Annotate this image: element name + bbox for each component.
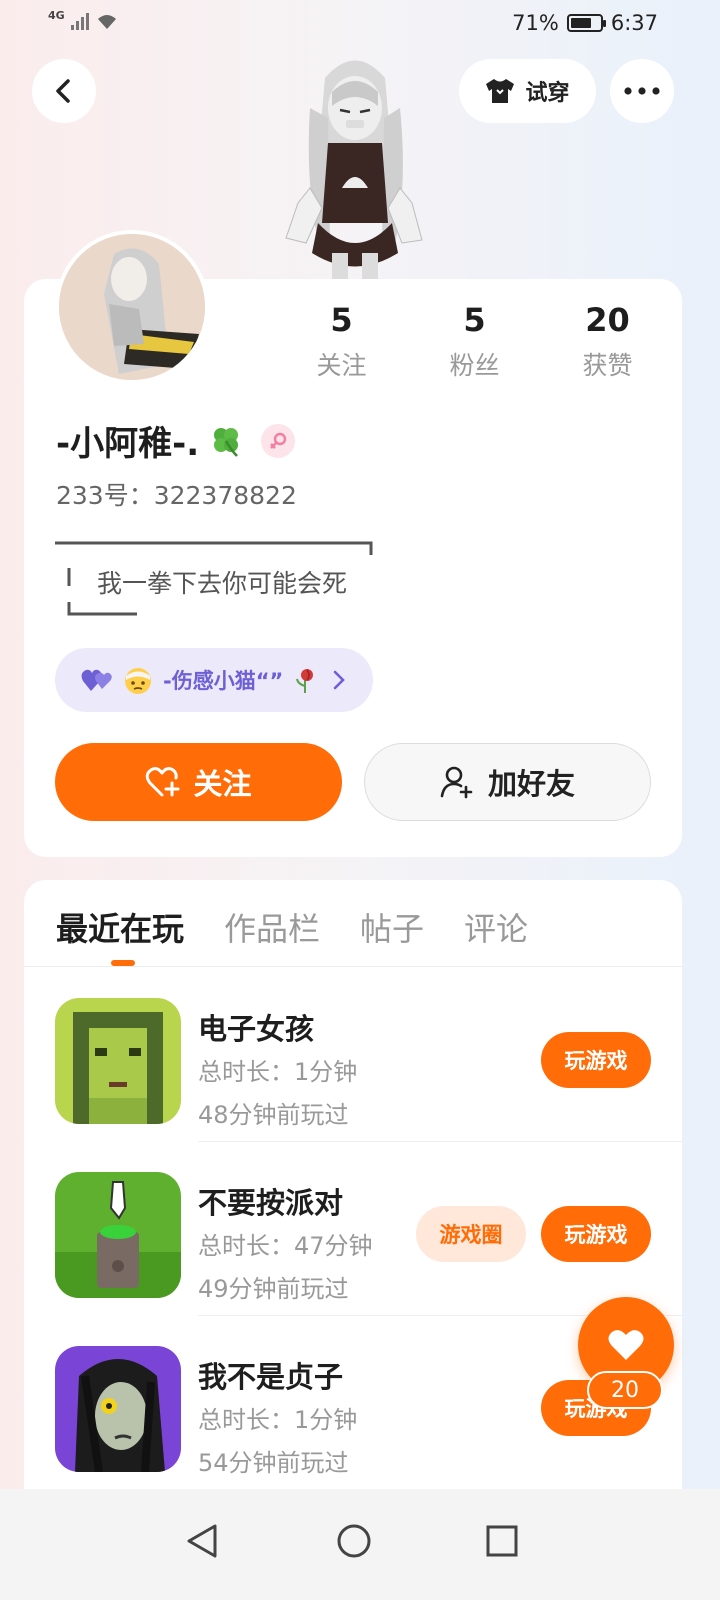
battery-icon bbox=[566, 14, 606, 32]
status-right: 71% 6:37 bbox=[512, 11, 658, 35]
heart-icon bbox=[608, 1330, 644, 1360]
game-row[interactable]: 不要按派对 总时长：47分钟 49分钟前玩过 游戏圈 玩游戏 bbox=[24, 1142, 682, 1316]
add-friend-label: 加好友 bbox=[487, 767, 575, 801]
heart-plus-icon bbox=[146, 767, 180, 797]
tab-bar: 最近在玩 作品栏 帖子 评论 bbox=[56, 904, 528, 950]
double-heart-icon bbox=[81, 669, 112, 691]
clover-icon bbox=[214, 427, 239, 457]
stat-likes[interactable]: 20 获赞 bbox=[541, 298, 674, 382]
status-bar: 4G 71% 6:37 bbox=[0, 0, 720, 48]
system-nav-bar bbox=[0, 1489, 720, 1600]
game-last-played: 49分钟前玩过 bbox=[198, 1275, 349, 1303]
stat-number: 20 bbox=[585, 301, 630, 339]
follow-button[interactable]: 关注 bbox=[55, 743, 342, 821]
more-button[interactable] bbox=[610, 59, 674, 123]
chevron-left-icon bbox=[56, 79, 70, 103]
avatar-image bbox=[59, 234, 205, 380]
tab-recently-played[interactable]: 最近在玩 bbox=[56, 904, 184, 950]
square-recents-icon bbox=[486, 1525, 518, 1557]
bandaged-face-icon bbox=[125, 668, 151, 694]
game-last-played: 54分钟前玩过 bbox=[198, 1449, 349, 1477]
game-last-played: 48分钟前玩过 bbox=[198, 1101, 349, 1129]
tabs-divider bbox=[24, 966, 682, 967]
group-name: -伤感小猫“” bbox=[163, 669, 284, 693]
nav-back-button[interactable] bbox=[172, 1511, 232, 1571]
back-button[interactable] bbox=[32, 59, 96, 123]
chevron-right-icon bbox=[333, 670, 345, 690]
nav-home-button[interactable] bbox=[324, 1511, 384, 1571]
games-card: 最近在玩 作品栏 帖子 评论 电子女孩 总时长：1分钟 48分钟前玩过 玩游戏 bbox=[24, 880, 682, 1520]
game-duration: 总时长：1分钟 bbox=[198, 1406, 358, 1434]
tab-comments[interactable]: 评论 bbox=[464, 904, 528, 950]
game-circle-button[interactable]: 游戏圈 bbox=[416, 1206, 526, 1262]
clock: 6:37 bbox=[610, 11, 658, 35]
network-type: 4G bbox=[48, 9, 65, 22]
character-figure bbox=[285, 60, 423, 280]
signal-icon bbox=[70, 12, 89, 30]
play-game-button[interactable]: 玩游戏 bbox=[541, 1206, 651, 1262]
game-icon-e-girl bbox=[55, 998, 181, 1124]
stat-number: 5 bbox=[463, 301, 486, 339]
avatar[interactable] bbox=[55, 230, 209, 384]
stat-label: 关注 bbox=[316, 351, 367, 380]
game-icon-not-sadako bbox=[55, 1346, 181, 1472]
more-dots-icon bbox=[624, 87, 660, 95]
follow-label: 关注 bbox=[193, 767, 252, 801]
bio-box: 我一拳下去你可能会死 bbox=[55, 540, 373, 616]
stat-label: 粉丝 bbox=[449, 351, 500, 380]
triangle-back-icon bbox=[187, 1524, 217, 1558]
game-title: 电子女孩 bbox=[198, 1012, 315, 1046]
tshirt-icon bbox=[486, 79, 515, 103]
user-id: 233号：322378822 bbox=[56, 481, 297, 510]
stat-followers[interactable]: 5 粉丝 bbox=[408, 298, 541, 382]
game-row[interactable]: 电子女孩 总时长：1分钟 48分钟前玩过 玩游戏 bbox=[24, 968, 682, 1142]
try-on-button[interactable]: 试穿 bbox=[459, 59, 596, 123]
add-user-icon bbox=[440, 766, 473, 799]
nav-recents-button[interactable] bbox=[472, 1511, 532, 1571]
game-title: 我不是贞子 bbox=[198, 1360, 344, 1394]
stat-following[interactable]: 5 关注 bbox=[275, 298, 408, 382]
tab-posts[interactable]: 帖子 bbox=[360, 904, 424, 950]
like-count: 20 bbox=[587, 1371, 663, 1409]
stat-label: 获赞 bbox=[582, 351, 633, 380]
wilted-rose-icon bbox=[296, 669, 314, 693]
game-duration: 总时长：47分钟 bbox=[198, 1232, 373, 1260]
wifi-icon bbox=[97, 15, 116, 29]
game-title: 不要按派对 bbox=[198, 1186, 344, 1220]
game-icon-dont-press-party bbox=[55, 1172, 181, 1298]
female-gender-icon bbox=[261, 423, 296, 458]
username-row: -小阿稚-. bbox=[56, 416, 296, 465]
profile-stats: 5 关注 5 粉丝 20 获赞 bbox=[275, 298, 675, 382]
stat-number: 5 bbox=[330, 301, 353, 339]
signal-area: 4G bbox=[48, 9, 119, 30]
battery-fill bbox=[570, 18, 591, 28]
circle-home-icon bbox=[337, 1524, 371, 1558]
battery-percent: 71% bbox=[512, 11, 559, 35]
game-duration: 总时长：1分钟 bbox=[198, 1058, 358, 1086]
username: -小阿稚-. bbox=[56, 424, 200, 464]
try-on-label: 试穿 bbox=[525, 81, 570, 106]
group-pill[interactable]: -伤感小猫“” bbox=[55, 648, 373, 712]
bio-text: 我一拳下去你可能会死 bbox=[97, 569, 348, 598]
tab-works[interactable]: 作品栏 bbox=[224, 904, 320, 950]
play-game-button[interactable]: 玩游戏 bbox=[541, 1032, 651, 1088]
add-friend-button[interactable]: 加好友 bbox=[364, 743, 651, 821]
